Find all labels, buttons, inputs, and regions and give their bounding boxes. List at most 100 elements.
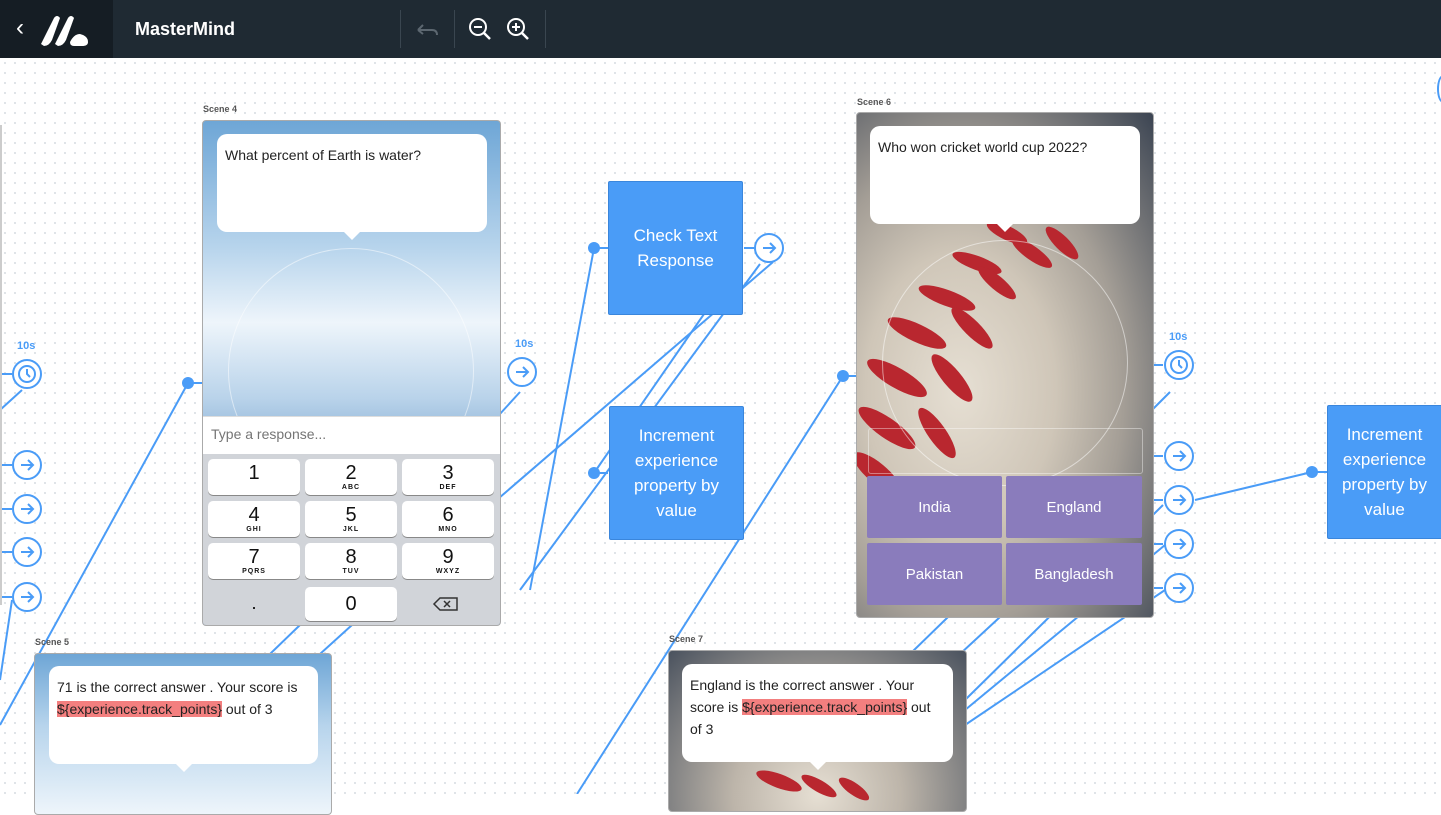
backspace-icon	[432, 597, 458, 611]
connector-dot[interactable]	[837, 370, 849, 382]
key-digit: 6	[442, 504, 454, 526]
variable-token: ${experience.track_points}	[57, 701, 222, 717]
question-bubble: Who won cricket world cup 2022?	[870, 126, 1140, 232]
key-digit: 3	[442, 462, 454, 484]
timer-connector[interactable]	[507, 357, 537, 387]
scene-label: Scene 6	[857, 97, 892, 107]
answer-input-area[interactable]	[868, 428, 1143, 474]
next-connector[interactable]	[12, 582, 42, 612]
keypad-key-dot[interactable]: .	[208, 587, 300, 621]
chevron-left-icon[interactable]: ‹	[10, 14, 30, 42]
arrow-right-icon	[21, 459, 35, 471]
zoom-in-icon	[507, 18, 529, 40]
undo-icon	[417, 24, 438, 36]
increment-property-node[interactable]: Increment experience property by value	[1327, 405, 1441, 539]
next-connector[interactable]	[754, 233, 784, 263]
answer-option-england[interactable]: England	[1006, 476, 1142, 538]
app-title: MasterMind	[135, 19, 236, 39]
zoom-out-button[interactable]	[463, 12, 497, 46]
next-connector[interactable]	[12, 494, 42, 524]
undo-button[interactable]	[410, 12, 444, 46]
zoom-out-icon	[469, 18, 491, 40]
answer-option-bangladesh[interactable]: Bangladesh	[1006, 543, 1142, 605]
timer-label: 10s	[17, 340, 36, 352]
logo-area: ‹	[0, 0, 113, 58]
key-digit: 5	[345, 504, 357, 526]
toolbar-divider	[545, 10, 546, 48]
toolbar-divider	[400, 10, 401, 48]
scene-6-card[interactable]: Who won cricket world cup 2022? India En…	[856, 112, 1154, 618]
answer-connector[interactable]	[1164, 529, 1194, 559]
message-bubble: 71 is the correct answer . Your score is…	[49, 666, 318, 772]
key-letters: JKL	[342, 526, 360, 533]
timer-connector[interactable]	[12, 359, 42, 389]
key-letters: ABC	[341, 484, 361, 491]
variable-token: ${experience.track_points}	[742, 699, 908, 715]
scene-4-card[interactable]: What percent of Earth is water? 1 2ABC 3…	[202, 120, 501, 626]
key-digit: 9	[442, 546, 454, 568]
keypad-key-6[interactable]: 6 MNO	[402, 501, 494, 537]
next-connector[interactable]	[12, 537, 42, 567]
arrow-right-icon	[1173, 538, 1187, 550]
connector-dot[interactable]	[588, 467, 600, 479]
key-letters: MNO	[438, 526, 458, 533]
scene-label: Scene 5	[35, 637, 70, 647]
keypad-key-3[interactable]: 3 DEF	[402, 459, 494, 495]
arrow-right-icon	[516, 366, 530, 378]
arrow-right-icon	[1173, 582, 1187, 594]
message-text: 71 is the correct answer . Your score is	[57, 679, 298, 695]
timer-connector[interactable]	[1164, 350, 1194, 380]
keypad-key-9[interactable]: 9 WXYZ	[402, 543, 494, 579]
clock-icon	[1170, 356, 1188, 374]
keypad-key-1[interactable]: 1	[208, 459, 300, 495]
key-letters: WXYZ	[435, 568, 461, 575]
scene-7-card[interactable]: England is the correct answer . Your sco…	[668, 650, 967, 812]
key-digit: 2	[345, 462, 357, 484]
keypad-backspace[interactable]	[402, 587, 494, 621]
arrow-right-icon	[21, 546, 35, 558]
arrow-right-icon	[763, 242, 777, 254]
keypad-key-7[interactable]: 7 PQRS	[208, 543, 300, 579]
connector-dot[interactable]	[588, 242, 600, 254]
answer-option-pakistan[interactable]: Pakistan	[867, 543, 1002, 605]
question-bubble: What percent of Earth is water?	[217, 134, 487, 240]
answer-connector[interactable]	[1164, 485, 1194, 515]
key-letters: TUV	[342, 568, 360, 575]
offscreen-scene-edge	[0, 125, 2, 605]
next-connector[interactable]	[12, 450, 42, 480]
answer-connector[interactable]	[1164, 573, 1194, 603]
answer-connector[interactable]	[1164, 441, 1194, 471]
key-digit: 7	[248, 546, 260, 568]
key-letters: DEF	[439, 484, 457, 491]
timer-label: 10s	[1169, 331, 1188, 343]
arrow-right-icon	[21, 503, 35, 515]
top-bar: ‹ MasterMind	[0, 0, 1441, 58]
connector-dot[interactable]	[182, 377, 194, 389]
key-letters: GHI	[246, 526, 262, 533]
key-digit: 1	[248, 462, 260, 484]
response-input-bar	[203, 416, 500, 455]
increment-property-node[interactable]: Increment experience property by value	[609, 406, 744, 540]
key-digit: 4	[248, 504, 260, 526]
scene-label: Scene 4	[203, 104, 238, 114]
keypad-key-2[interactable]: 2 ABC	[305, 459, 397, 495]
keypad-key-5[interactable]: 5 JKL	[305, 501, 397, 537]
timer-label: 10s	[515, 338, 534, 350]
check-text-response-node[interactable]: Check Text Response	[608, 181, 743, 315]
scene-label: Scene 7	[669, 634, 704, 644]
toolbar-divider	[454, 10, 455, 48]
keypad-key-0[interactable]: 0	[305, 587, 397, 621]
zoom-in-button[interactable]	[501, 12, 535, 46]
message-bubble: England is the correct answer . Your sco…	[682, 664, 953, 770]
response-input[interactable]	[209, 425, 493, 443]
message-text: out of 3	[222, 701, 273, 717]
keypad-key-8[interactable]: 8 TUV	[305, 543, 397, 579]
answer-option-india[interactable]: India	[867, 476, 1002, 538]
keypad-key-4[interactable]: 4 GHI	[208, 501, 300, 537]
connector-dot[interactable]	[1306, 466, 1318, 478]
key-letters: PQRS	[242, 568, 266, 575]
arrow-right-icon	[1173, 450, 1187, 462]
scene-5-card[interactable]: 71 is the correct answer . Your score is…	[34, 653, 332, 815]
numeric-keypad: 1 2 ABC 3 DEF 4 GHI 5 JKL 6 MNO 7 PQRS 8 TUV 9W…	[203, 454, 500, 625]
mastermind-logo-icon	[41, 16, 88, 46]
